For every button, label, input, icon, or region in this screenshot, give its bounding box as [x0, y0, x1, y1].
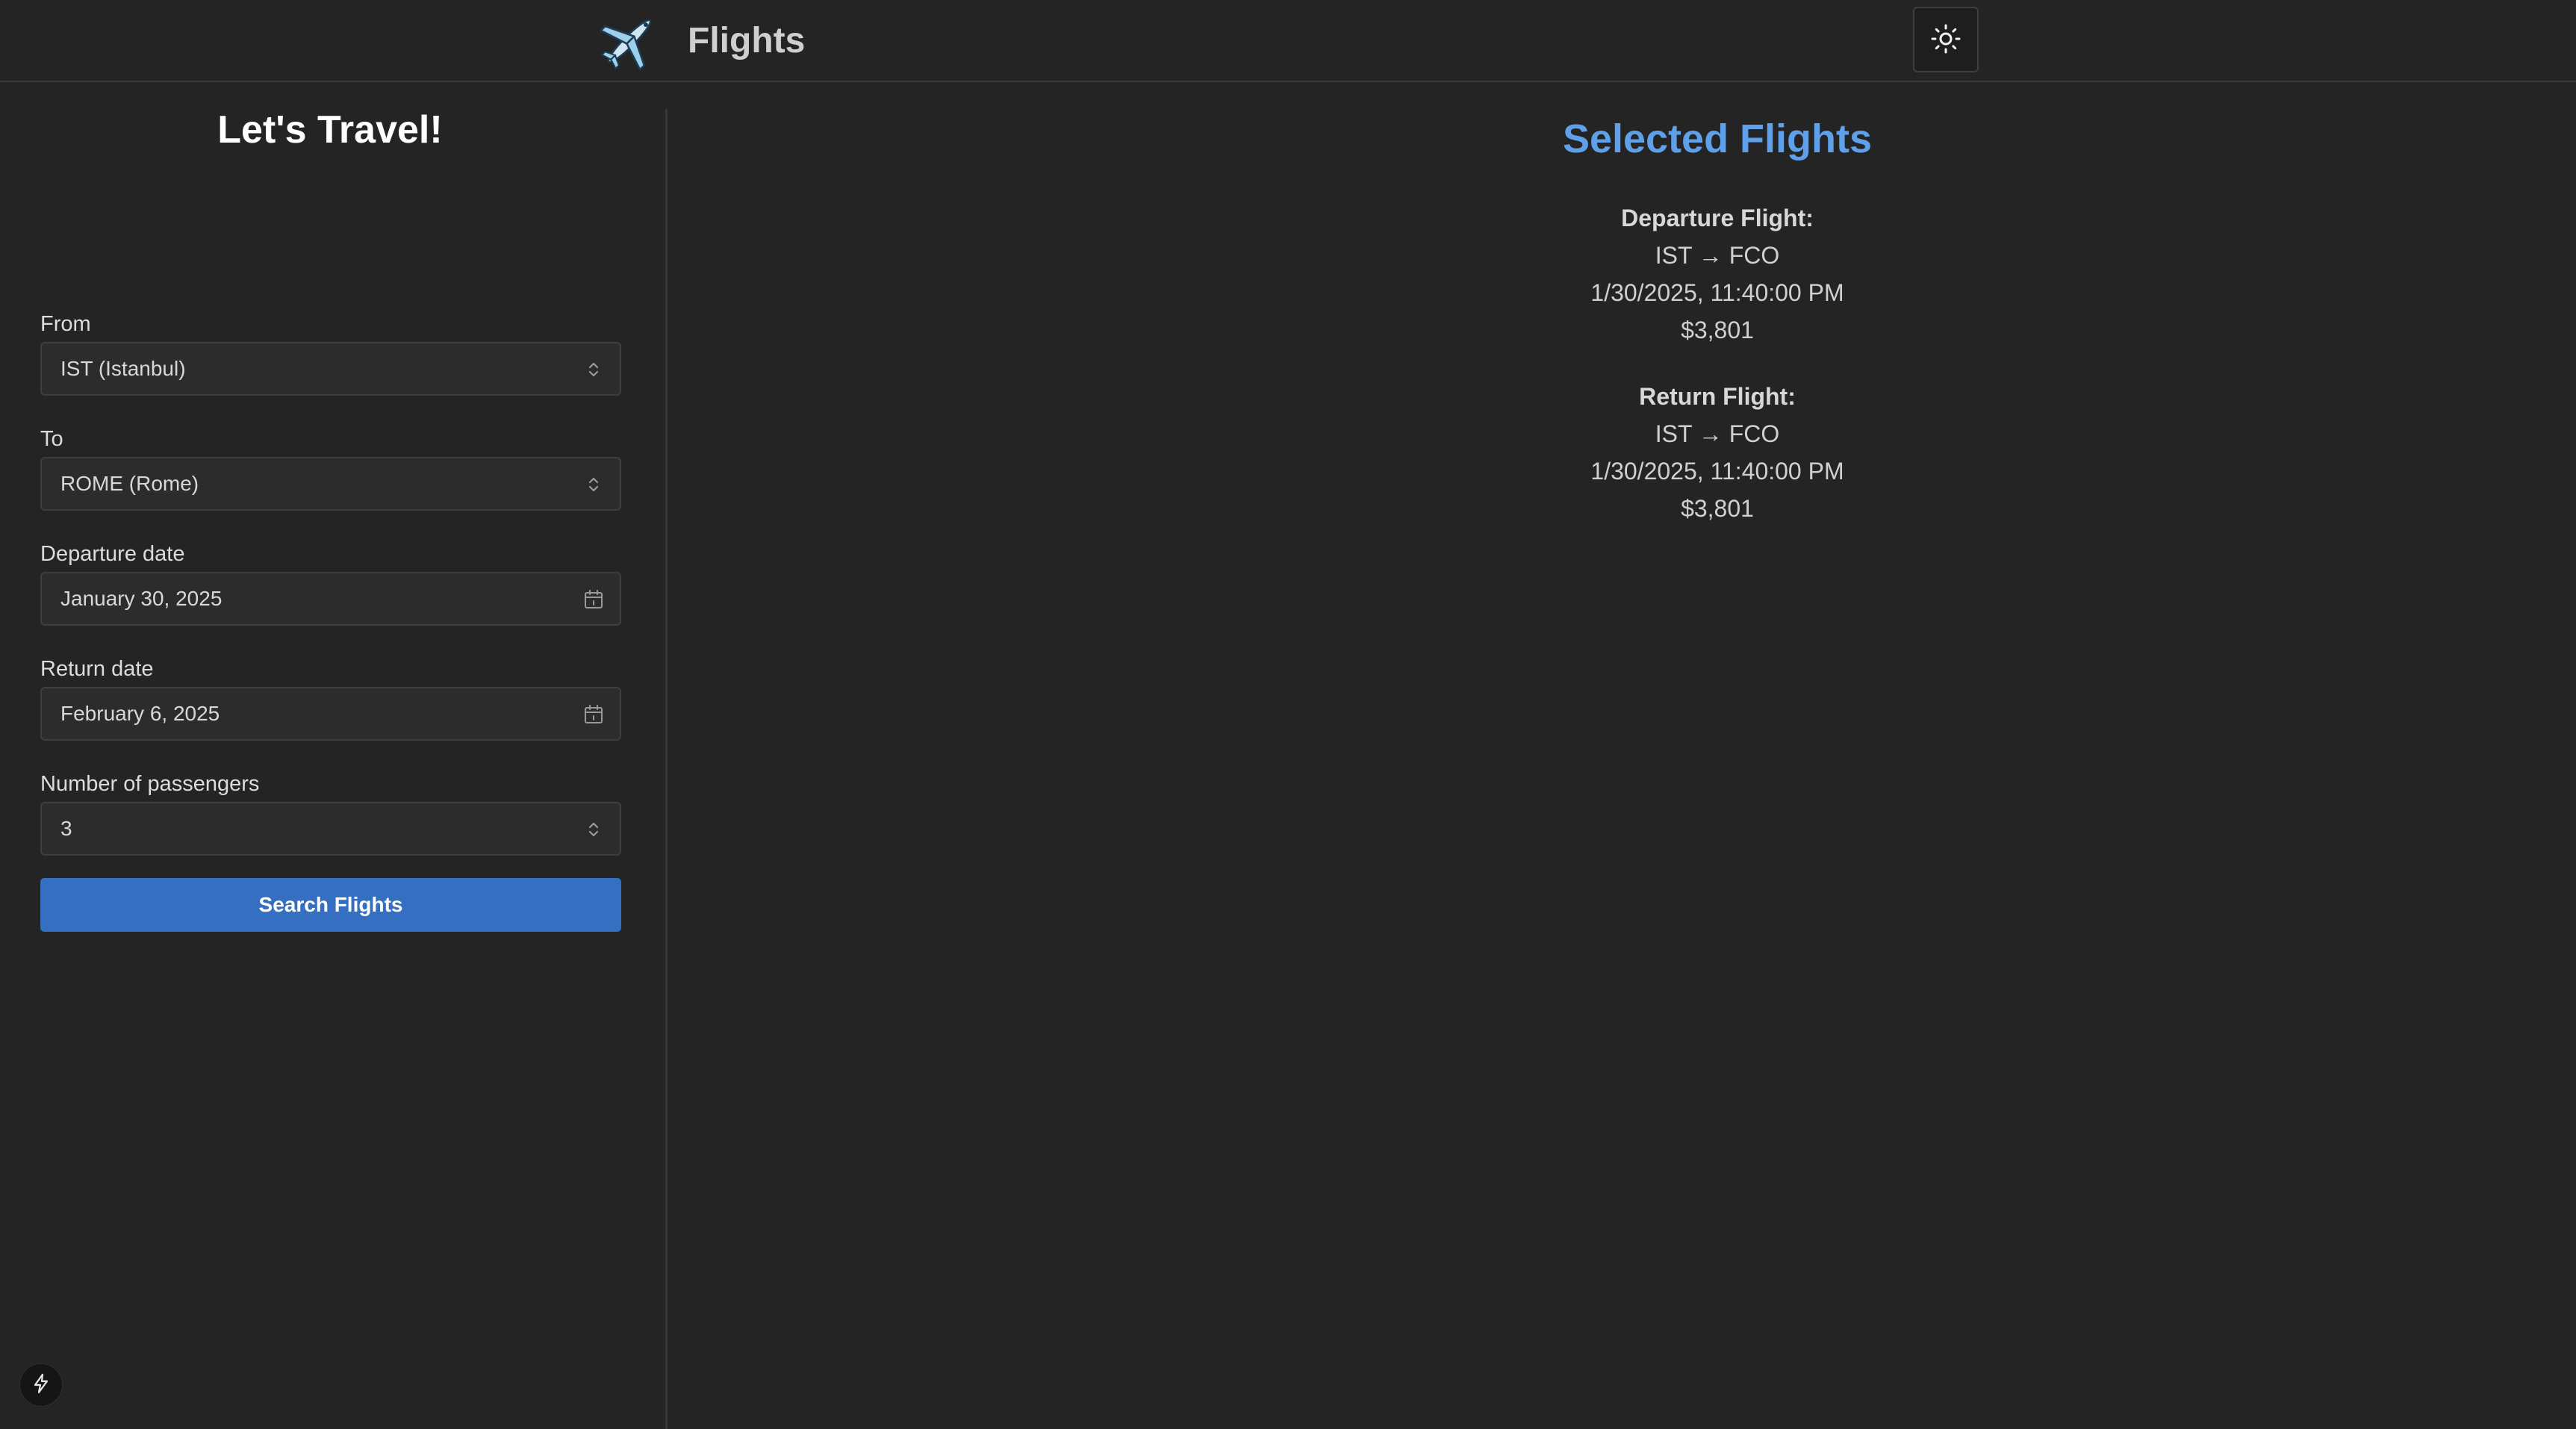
to-label: To: [40, 427, 63, 451]
return-date-label: Return date: [40, 657, 154, 681]
selected-flights-title: Selected Flights: [1562, 116, 1873, 161]
departure-date-picker[interactable]: January 30, 2025: [40, 572, 621, 626]
sidebar-divider: [665, 109, 668, 1429]
calendar-icon: [582, 703, 605, 726]
departure-date-value: January 30, 2025: [60, 587, 223, 610]
chevron-updown-icon: [582, 818, 605, 841]
from-value: IST (Istanbul): [60, 357, 186, 380]
search-flights-button[interactable]: Search Flights: [40, 878, 621, 932]
chevron-updown-icon: [582, 473, 605, 496]
return-flight-datetime: 1/30/2025, 11:40:00 PM: [1590, 458, 1844, 485]
dev-tools-button[interactable]: [19, 1363, 63, 1407]
search-form-title: Let's Travel!: [217, 108, 443, 152]
return-flight-card: Return Flight: IST → FCO 1/30/2025, 11:4…: [1419, 378, 2016, 527]
from-select[interactable]: IST (Istanbul): [40, 342, 621, 396]
chevron-updown-icon: [582, 358, 605, 381]
sun-icon: [1931, 24, 1961, 56]
theme-toggle-button[interactable]: [1913, 7, 1979, 72]
passengers-value: 3: [60, 817, 72, 840]
return-flight-price: $3,801: [1681, 495, 1754, 522]
app-header: Flights: [0, 0, 2576, 82]
departure-date-label: Departure date: [40, 542, 185, 566]
return-flight-heading: Return Flight:: [1639, 383, 1796, 410]
departure-flight-card: Departure Flight: IST → FCO 1/30/2025, 1…: [1419, 199, 2016, 349]
lightning-bolt-icon: [30, 1372, 52, 1398]
to-select[interactable]: ROME (Rome): [40, 457, 621, 511]
passengers-select[interactable]: 3: [40, 802, 621, 856]
departure-flight-heading: Departure Flight:: [1621, 205, 1814, 231]
departure-flight-price: $3,801: [1681, 317, 1754, 343]
airplane-icon: [597, 9, 662, 73]
to-value: ROME (Rome): [60, 472, 199, 495]
app-title: Flights: [688, 21, 806, 60]
departure-flight-route: IST → FCO: [1655, 242, 1780, 269]
return-flight-route: IST → FCO: [1655, 420, 1780, 447]
passengers-label: Number of passengers: [40, 772, 260, 796]
departure-flight-datetime: 1/30/2025, 11:40:00 PM: [1590, 279, 1844, 306]
from-label: From: [40, 312, 91, 336]
return-date-value: February 6, 2025: [60, 702, 220, 725]
return-date-picker[interactable]: February 6, 2025: [40, 687, 621, 741]
calendar-icon: [582, 588, 605, 611]
